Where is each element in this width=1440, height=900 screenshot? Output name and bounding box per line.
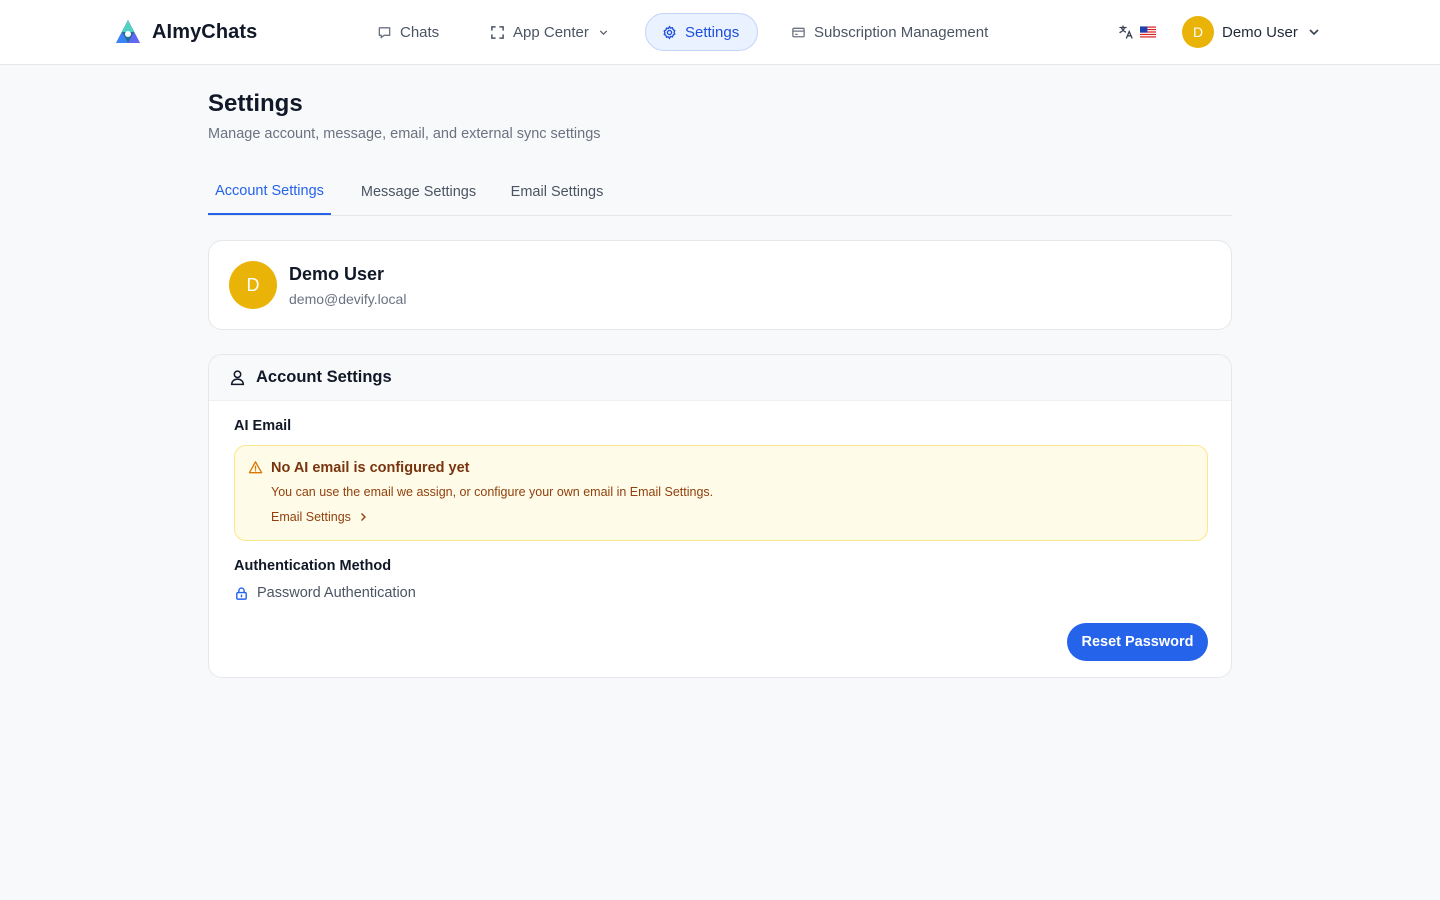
nav-app-center-label: App Center xyxy=(513,23,589,41)
profile-card: D Demo User demo@devify.local xyxy=(208,240,1232,330)
gear-icon xyxy=(663,25,676,39)
tab-account-settings[interactable]: Account Settings xyxy=(208,168,331,215)
user-icon xyxy=(230,370,245,386)
app-name: AImyChats xyxy=(152,20,258,43)
avatar: D xyxy=(1182,16,1214,48)
nav-chats-label: Chats xyxy=(400,23,440,41)
profile-name: Demo User xyxy=(289,264,385,284)
nav-subscription-management[interactable]: Subscription Management xyxy=(775,13,1004,51)
translate-icon xyxy=(1119,25,1133,39)
settings-tabs: Account Settings Message Settings Email … xyxy=(208,168,1232,216)
page-title: Settings xyxy=(208,90,303,117)
language-switcher[interactable] xyxy=(1114,20,1160,44)
nav-subscription-label: Subscription Management xyxy=(814,23,989,41)
authentication-method-row: Password Authentication xyxy=(234,585,416,601)
ai-email-warning-alert: No AI email is configured yet You can us… xyxy=(234,445,1208,541)
alert-text: You can use the email we assign, or conf… xyxy=(271,485,714,499)
nav-chats[interactable]: Chats xyxy=(361,13,455,51)
account-settings-header: Account Settings xyxy=(209,355,1231,401)
profile-email: demo@devify.local xyxy=(289,291,407,307)
tab-message-settings[interactable]: Message Settings xyxy=(355,168,482,215)
authentication-method-value: Password Authentication xyxy=(257,585,416,601)
email-settings-link-label: Email Settings xyxy=(271,510,351,524)
warning-triangle-icon xyxy=(248,461,263,474)
account-settings-card: Account Settings AI Email No AI email is… xyxy=(208,354,1232,678)
account-settings-title: Account Settings xyxy=(256,368,392,386)
tab-email-settings[interactable]: Email Settings xyxy=(506,168,608,215)
chevron-down-icon xyxy=(1309,29,1319,36)
credit-card-icon xyxy=(792,27,805,37)
page-subtitle: Manage account, message, email, and exte… xyxy=(208,126,601,142)
nav-app-center[interactable]: App Center xyxy=(474,13,626,51)
ai-email-label: AI Email xyxy=(234,418,292,434)
email-settings-link[interactable]: Email Settings xyxy=(271,510,369,524)
brand[interactable]: AImyChats xyxy=(114,18,257,46)
nav-settings-label: Settings xyxy=(685,23,740,41)
reset-password-button[interactable]: Reset Password xyxy=(1067,623,1208,661)
chevron-down-icon xyxy=(599,29,608,35)
aimychats-logo-icon xyxy=(116,20,140,43)
chevron-right-icon xyxy=(360,513,366,521)
lock-icon xyxy=(236,586,247,600)
user-menu[interactable]: D Demo User xyxy=(1182,16,1322,48)
us-flag-icon xyxy=(1140,26,1156,38)
alert-title: No AI email is configured yet xyxy=(271,460,470,476)
app-grid-icon xyxy=(491,25,504,39)
user-name: Demo User xyxy=(1222,23,1298,41)
avatar: D xyxy=(229,261,277,309)
authentication-method-label: Authentication Method xyxy=(234,558,392,574)
top-navigation-bar: AImyChats Chats App Center Settings Subs… xyxy=(0,0,1440,65)
chat-bubble-icon xyxy=(378,26,391,38)
nav-settings[interactable]: Settings xyxy=(645,13,758,51)
